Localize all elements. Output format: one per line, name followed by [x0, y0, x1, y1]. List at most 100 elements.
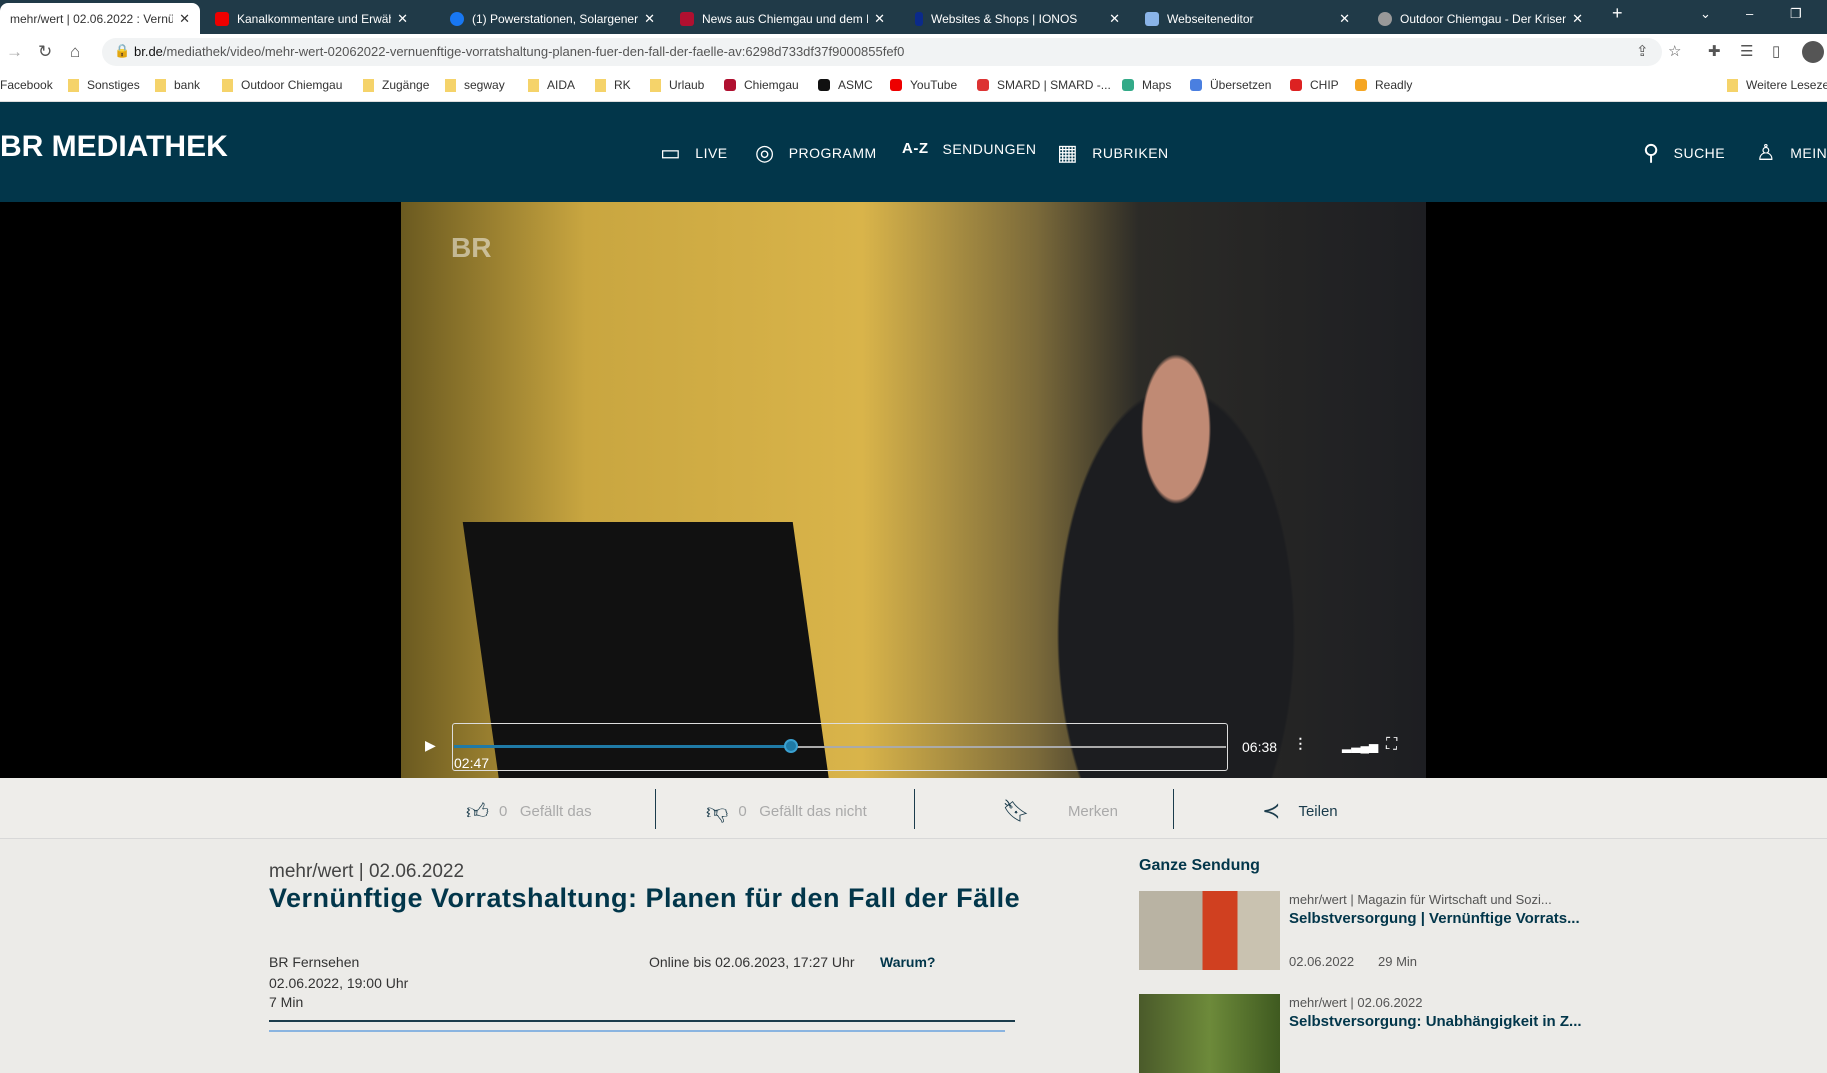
- bookmark-aida[interactable]: AIDA: [528, 78, 575, 92]
- dislike-button[interactable]: 👎︎ 0 Gefällt das nicht: [706, 798, 867, 825]
- reload-icon[interactable]: ↻: [38, 42, 52, 62]
- close-icon[interactable]: ✕: [397, 11, 408, 27]
- tab-search-icon[interactable]: ⌄: [1700, 6, 1711, 22]
- video-title: Vernünftige Vorratshaltung: Planen für d…: [269, 883, 1021, 913]
- tab-outdoor-chiemgau[interactable]: Outdoor Chiemgau - Der Krisen ✕: [1368, 3, 1593, 34]
- share-button[interactable]: ≺ Teilen: [1262, 798, 1338, 824]
- tab-title: (1) Powerstationen, Solargenera: [472, 11, 639, 26]
- bookmark-button[interactable]: 🔖︎ Merken: [1002, 798, 1118, 824]
- close-icon[interactable]: ✕: [1339, 11, 1350, 27]
- bookmark-urlaub[interactable]: Urlaub: [650, 78, 704, 92]
- site-icon: [890, 79, 902, 91]
- close-icon[interactable]: ✕: [179, 11, 190, 27]
- tab-webseiteneditor[interactable]: Webseiteneditor ✕: [1135, 3, 1360, 34]
- nav-sendungen[interactable]: A-Z SENDUNGEN: [902, 140, 1036, 157]
- related-title[interactable]: Selbstversorgung: Unabhängigkeit in Z...: [1289, 1013, 1582, 1030]
- video-frame[interactable]: BR: [401, 202, 1426, 778]
- nav-label: RUBRIKEN: [1092, 145, 1169, 161]
- related-thumbnail[interactable]: [1139, 891, 1280, 970]
- minimize-icon[interactable]: –: [1746, 6, 1753, 21]
- bookmark-smard-smard-[interactable]: SMARD | SMARD -...: [977, 78, 1111, 92]
- bookmark-label: Sonstiges: [87, 78, 140, 92]
- bookmark-label: Maps: [1142, 78, 1172, 92]
- bookmark-facebook[interactable]: Facebook: [0, 78, 53, 92]
- chiemgau-icon: [680, 11, 694, 26]
- bookmark-chiemgau[interactable]: Chiemgau: [724, 78, 799, 92]
- profile-avatar[interactable]: [1802, 41, 1824, 63]
- bookmark-label: AIDA: [547, 78, 576, 92]
- br-mediathek-logo[interactable]: BR MEDIATHEK: [0, 130, 228, 164]
- divider: [269, 1020, 1015, 1022]
- bookmark--bersetzen[interactable]: Übersetzen: [1190, 78, 1271, 92]
- forward-icon[interactable]: →: [6, 42, 23, 62]
- fullscreen-icon[interactable]: ⛶: [1386, 736, 1397, 754]
- facebook-icon: [450, 11, 464, 26]
- settings-sliders-icon[interactable]: ⫶: [1298, 735, 1303, 756]
- divider: [914, 789, 915, 829]
- seek-handle[interactable]: [783, 739, 798, 753]
- site-icon: [977, 79, 989, 91]
- seek-progress: [454, 745, 791, 748]
- tab-title: mehr/wert | 02.06.2022 : Vernün: [10, 11, 174, 26]
- close-icon[interactable]: ✕: [644, 11, 655, 27]
- dislike-label: Gefällt das nicht: [759, 803, 867, 820]
- br-watermark: BR: [451, 232, 492, 263]
- bookmark-sonstiges[interactable]: Sonstiges: [68, 78, 140, 92]
- close-icon[interactable]: ✕: [1572, 11, 1583, 27]
- related-thumbnail[interactable]: [1139, 994, 1280, 1073]
- nav-rubriken[interactable]: ▦ RUBRIKEN: [1057, 140, 1169, 166]
- like-label: Gefällt das: [519, 803, 592, 820]
- video-player[interactable]: BR: [0, 202, 1827, 778]
- folder-icon: [155, 78, 166, 92]
- home-icon[interactable]: ⌂: [70, 42, 80, 62]
- bookmark-label: Zugänge: [382, 78, 430, 92]
- related-title[interactable]: Selbstversorgung | Vernünftige Vorrats..…: [1289, 910, 1580, 927]
- tab-youtube[interactable]: Kanalkommentare und Erwähnu ✕: [205, 3, 418, 34]
- extensions-icon[interactable]: ✚: [1708, 42, 1721, 60]
- nav-label: PROGRAMM: [788, 145, 877, 161]
- tab-chiemgau[interactable]: News aus Chiemgau und dem La ✕: [670, 3, 895, 34]
- restore-icon[interactable]: ❐: [1790, 6, 1802, 22]
- new-tab-button[interactable]: +: [1612, 3, 1623, 24]
- account-button[interactable]: ♙ MEIN: [1756, 140, 1827, 166]
- why-link[interactable]: Warum?: [880, 954, 935, 970]
- tab-title: Outdoor Chiemgau - Der Krisen: [1400, 11, 1567, 26]
- tab-facebook[interactable]: (1) Powerstationen, Solargenera ✕: [440, 3, 665, 34]
- ionos-icon: [915, 11, 923, 26]
- play-button[interactable]: ▶: [425, 737, 436, 754]
- nav-programm[interactable]: ◎ PROGRAMM: [755, 140, 877, 166]
- bookmark-outdoor-chiemgau[interactable]: Outdoor Chiemgau: [222, 78, 342, 92]
- star-icon[interactable]: ☆: [1668, 42, 1681, 60]
- bookmark-asmc[interactable]: ASMC: [818, 78, 873, 92]
- bookmark-label: Merken: [1067, 802, 1118, 820]
- url-input[interactable]: 🔒 br.de/mediathek/video/mehr-wert-0206202…: [102, 38, 1662, 66]
- share-page-icon[interactable]: ⇪: [1636, 42, 1649, 60]
- thumbs-down-icon: 👎︎: [706, 799, 729, 824]
- bookmark-readly[interactable]: Readly: [1355, 78, 1412, 92]
- bookmark-bank[interactable]: bank: [155, 78, 200, 92]
- nav-live[interactable]: ▭ LIVE: [660, 140, 728, 166]
- search-icon: ⚲: [1643, 140, 1660, 165]
- bookmark-maps[interactable]: Maps: [1122, 78, 1171, 92]
- globe-icon: [1378, 11, 1392, 26]
- close-icon[interactable]: ✕: [1109, 11, 1120, 27]
- other-bookmarks[interactable]: Weitere Lesezeichen: [1727, 78, 1827, 92]
- bookmark-chip[interactable]: CHIP: [1290, 78, 1339, 92]
- reading-list-icon[interactable]: ☰: [1740, 42, 1753, 60]
- current-time: 02:47: [454, 755, 490, 771]
- tab-mehrwert[interactable]: mehr/wert | 02.06.2022 : Vernün ✕: [0, 3, 200, 34]
- like-button[interactable]: 👍︎ 0 Gefällt das: [466, 798, 592, 825]
- tab-title: Webseiteneditor: [1167, 11, 1254, 26]
- folder-icon: [68, 78, 79, 92]
- bookmark-segway[interactable]: segway: [445, 78, 505, 92]
- tab-ionos[interactable]: Websites & Shops | IONOS ✕: [905, 3, 1130, 34]
- close-icon[interactable]: ✕: [874, 11, 885, 27]
- sidepanel-icon[interactable]: ▯: [1772, 42, 1780, 60]
- bookmark-label: Facebook: [0, 78, 53, 92]
- volume-icon[interactable]: ▂▃▄▅: [1342, 739, 1378, 753]
- related-date: 02.06.2022: [1289, 954, 1355, 969]
- search-button[interactable]: ⚲ SUCHE: [1643, 140, 1725, 166]
- bookmark-zug-nge[interactable]: Zugänge: [363, 78, 429, 92]
- bookmark-youtube[interactable]: YouTube: [890, 78, 957, 92]
- bookmark-rk[interactable]: RK: [595, 78, 631, 92]
